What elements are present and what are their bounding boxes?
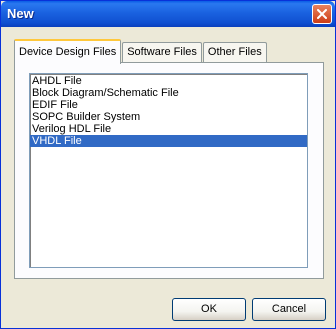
tab-software-files[interactable]: Software Files — [122, 42, 202, 63]
list-item-edif-file[interactable]: EDIF File — [30, 99, 307, 111]
list-item-block-diagram-schematic-file[interactable]: Block Diagram/Schematic File — [30, 87, 307, 99]
tab-other-files[interactable]: Other Files — [202, 42, 267, 63]
tab-panel: AHDL File Block Diagram/Schematic File E… — [14, 62, 324, 279]
tab-device-design-files[interactable]: Device Design Files — [14, 39, 122, 64]
list-item-verilog-hdl-file[interactable]: Verilog HDL File — [30, 123, 307, 135]
file-type-list[interactable]: AHDL File Block Diagram/Schematic File E… — [29, 73, 308, 268]
title-bar[interactable]: New — [1, 1, 335, 27]
cancel-button[interactable]: Cancel — [252, 298, 326, 321]
tab-strip: Device Design Files Software Files Other… — [14, 39, 268, 64]
list-item-vhdl-file[interactable]: VHDL File — [30, 135, 307, 147]
window-title: New — [7, 6, 34, 21]
list-item-sopc-builder-system[interactable]: SOPC Builder System — [30, 111, 307, 123]
ok-button[interactable]: OK — [172, 298, 246, 321]
close-button[interactable] — [312, 4, 332, 24]
list-item-ahdl-file[interactable]: AHDL File — [30, 75, 307, 87]
close-icon — [317, 9, 327, 19]
new-file-dialog: New Device Design Files Software Files O… — [0, 0, 336, 329]
